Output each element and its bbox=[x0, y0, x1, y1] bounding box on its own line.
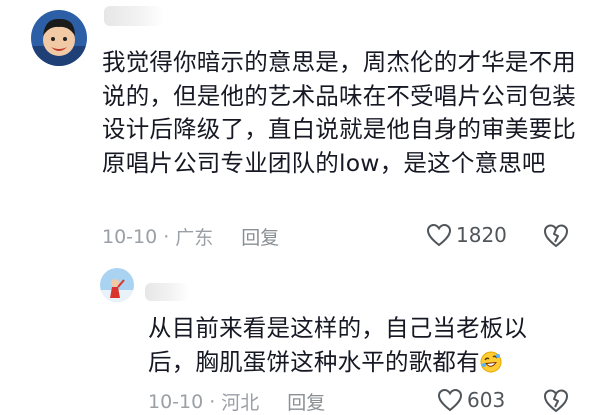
blurred-username bbox=[104, 6, 164, 26]
like-count: 603 bbox=[467, 388, 506, 412]
like-button[interactable]: 603 bbox=[437, 388, 505, 412]
avatar-image-icon bbox=[100, 268, 134, 302]
blurred-username bbox=[145, 283, 189, 301]
broken-heart-icon bbox=[543, 224, 569, 248]
heart-icon bbox=[426, 223, 452, 247]
like-button[interactable]: 1820 bbox=[426, 223, 507, 247]
dislike-button[interactable] bbox=[543, 388, 569, 414]
dislike-button[interactable] bbox=[543, 223, 569, 249]
comment-meta: 10-10 · 广东 回复 bbox=[102, 223, 279, 250]
broken-heart-icon bbox=[543, 389, 569, 413]
rolling-laughing-emoji-icon bbox=[480, 351, 502, 372]
comment-text: 我觉得你暗示的意思是，周杰伦的才华是不用说的，但是他的艺术品味在不受唱片公司包装… bbox=[102, 48, 576, 177]
reply-button[interactable]: 回复 bbox=[241, 223, 279, 250]
reply-avatar[interactable] bbox=[100, 268, 134, 302]
comment-date: 10-10 bbox=[102, 225, 158, 248]
reply-text-content: 从目前来看是这样的，自己当老板以后，胸肌蛋饼这种水平的歌都有 bbox=[148, 314, 528, 376]
like-count: 1820 bbox=[456, 223, 507, 247]
reply-button[interactable]: 回复 bbox=[287, 388, 325, 415]
meta-separator: · bbox=[209, 390, 216, 413]
heart-icon bbox=[437, 388, 463, 412]
reply-location: 河北 bbox=[221, 392, 260, 414]
meta-separator: · bbox=[163, 225, 170, 248]
reply-date: 10-10 bbox=[148, 390, 204, 413]
commenter-avatar[interactable] bbox=[31, 10, 87, 66]
avatar-image-icon bbox=[31, 10, 87, 66]
reply-text: 从目前来看是这样的，自己当老板以后，胸肌蛋饼这种水平的歌都有 bbox=[148, 312, 558, 379]
comment-location: 广东 bbox=[175, 227, 214, 249]
reply-meta: 10-10 · 河北 回复 bbox=[148, 388, 325, 415]
